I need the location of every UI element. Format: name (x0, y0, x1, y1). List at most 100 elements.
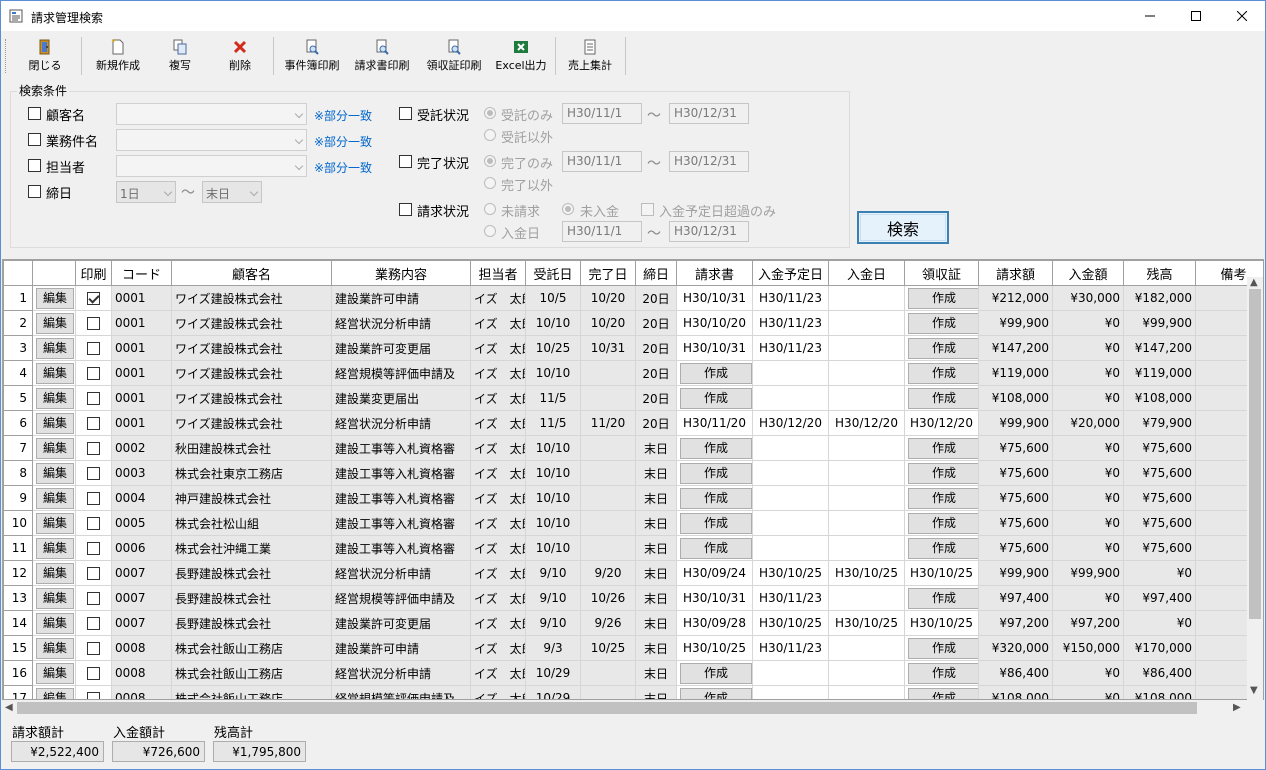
not-billed-radio[interactable] (484, 203, 496, 215)
customer-combo[interactable] (116, 103, 307, 125)
edit-button[interactable]: 編集 (36, 362, 74, 384)
close-button[interactable]: 閉じる (17, 33, 73, 77)
column-header[interactable]: 業務内容 (331, 260, 471, 286)
edit-button[interactable]: 編集 (36, 637, 74, 659)
create-receipt-button[interactable]: 作成 (908, 337, 978, 359)
unpaid-radio[interactable] (562, 203, 574, 215)
horizontal-scroll-thumb[interactable] (17, 702, 1197, 714)
payment-from-field[interactable]: H30/11/1 (562, 221, 642, 242)
edit-button[interactable]: 編集 (36, 387, 74, 409)
column-header[interactable] (3, 260, 33, 286)
payment-to-field[interactable]: H30/12/31 (669, 221, 749, 242)
table-row[interactable]: 2編集 0001ワイズ建設株式会社経営状況分析申請イズ 太郎10/1010/202… (3, 310, 1263, 336)
print-checkbox[interactable] (87, 392, 100, 405)
create-receipt-button[interactable]: 作成 (908, 362, 978, 384)
print-checkbox[interactable] (87, 367, 100, 380)
print-checkbox[interactable] (87, 542, 100, 555)
create-receipt-button[interactable]: 作成 (908, 587, 978, 609)
print-checkbox[interactable] (87, 667, 100, 680)
create-receipt-button[interactable]: 作成 (908, 437, 978, 459)
create-receipt-button[interactable]: 作成 (908, 287, 978, 309)
column-header[interactable]: 領収証 (904, 260, 979, 286)
scroll-down-icon[interactable]: ▼ (1250, 685, 1258, 696)
closing-checkbox[interactable] (28, 185, 41, 198)
edit-button[interactable]: 編集 (36, 312, 74, 334)
vertical-scroll-thumb[interactable] (1249, 289, 1261, 619)
receipt-print-button[interactable]: 領収証印刷 (421, 33, 487, 77)
toolbar-grip[interactable] (5, 39, 7, 73)
create-invoice-button[interactable]: 作成 (680, 662, 752, 684)
case-book-print-button[interactable]: 事件簿印刷 (279, 33, 345, 77)
job-combo[interactable] (116, 129, 307, 151)
sales-summary-button[interactable]: 売上集計 (561, 33, 619, 77)
edit-button[interactable]: 編集 (36, 462, 74, 484)
completion-other-radio[interactable] (484, 177, 496, 189)
column-header[interactable]: 請求額 (978, 260, 1053, 286)
column-header[interactable]: 顧客名 (171, 260, 332, 286)
create-receipt-button[interactable]: 作成 (908, 512, 978, 534)
commission-checkbox[interactable] (399, 107, 412, 120)
create-receipt-button[interactable]: 作成 (908, 637, 978, 659)
job-checkbox[interactable] (28, 133, 41, 146)
customer-checkbox[interactable] (28, 107, 41, 120)
column-header[interactable] (32, 260, 76, 286)
column-header[interactable]: 入金日 (828, 260, 905, 286)
table-row[interactable]: 6編集 0001ワイズ建設株式会社経営状況分析申請イズ 太郎11/511/2020… (3, 410, 1263, 436)
billing-checkbox[interactable] (399, 203, 412, 216)
table-row[interactable]: 7編集0002秋田建設株式会社建設工事等入札資格審イズ 太郎10/10末日作成作… (3, 435, 1263, 461)
create-receipt-button[interactable]: 作成 (908, 537, 978, 559)
create-receipt-button[interactable]: 作成 (908, 687, 978, 699)
scroll-left-icon[interactable]: ◀ (5, 702, 13, 713)
table-row[interactable]: 14編集0007長野建設株式会社建設業許可変更届イズ 太郎9/109/26末日H… (3, 610, 1263, 636)
delete-button[interactable]: 削除 (215, 33, 265, 77)
create-receipt-button[interactable]: 作成 (908, 387, 978, 409)
table-row[interactable]: 1編集 0001ワイズ建設株式会社建設業許可申請イズ 太郎10/510/2020日… (3, 285, 1263, 311)
edit-button[interactable]: 編集 (36, 287, 74, 309)
print-checkbox[interactable] (87, 467, 100, 480)
table-row[interactable]: 15編集0008株式会社飯山工務店建設業許可申請イズ 太郎9/310/25末日H… (3, 635, 1263, 661)
create-invoice-button[interactable]: 作成 (680, 462, 752, 484)
staff-checkbox[interactable] (28, 159, 41, 172)
create-receipt-button[interactable]: 作成 (908, 312, 978, 334)
print-checkbox[interactable] (87, 417, 100, 430)
commission-to-field[interactable]: H30/12/31 (669, 103, 749, 124)
minimize-button[interactable] (1127, 1, 1173, 31)
column-header[interactable]: 受託日 (525, 260, 581, 286)
new-button[interactable]: 新規作成 (89, 33, 147, 77)
table-row[interactable]: 9編集0004神戸建設株式会社建設工事等入札資格審イズ 太郎10/10末日作成作… (3, 485, 1263, 511)
print-checkbox[interactable] (87, 642, 100, 655)
print-checkbox[interactable] (87, 567, 100, 580)
table-row[interactable]: 13編集 0007長野建設株式会社経営規模等評価申請及イズ 太郎9/1010/26… (3, 585, 1263, 611)
payment-date-radio[interactable] (484, 225, 496, 237)
edit-button[interactable]: 編集 (36, 612, 74, 634)
edit-button[interactable]: 編集 (36, 562, 74, 584)
column-header[interactable]: 締日 (635, 260, 677, 286)
edit-button[interactable]: 編集 (36, 412, 74, 434)
scroll-right-icon[interactable]: ▶ (1233, 702, 1241, 713)
invoice-print-button[interactable]: 請求書印刷 (349, 33, 415, 77)
print-checkbox[interactable] (87, 692, 100, 699)
print-checkbox[interactable] (87, 442, 100, 455)
closing-to-combo[interactable]: 末日 (202, 181, 262, 203)
copy-button[interactable]: 複写 (155, 33, 205, 77)
scroll-up-icon[interactable]: ▲ (1250, 277, 1258, 288)
vertical-scrollbar[interactable]: ▲ ▼ (1247, 277, 1263, 700)
print-checkbox[interactable] (87, 292, 100, 305)
completion-only-radio[interactable] (484, 155, 496, 167)
horizontal-scrollbar[interactable]: ◀ ▶ (3, 700, 1247, 716)
table-row[interactable]: 12編集0007長野建設株式会社経営状況分析申請イズ 太郎9/109/20末日H… (3, 560, 1263, 586)
edit-button[interactable]: 編集 (36, 487, 74, 509)
search-button[interactable]: 検索 (857, 211, 949, 244)
column-header[interactable]: 完了日 (580, 260, 636, 286)
commission-only-radio[interactable] (484, 107, 496, 119)
print-checkbox[interactable] (87, 317, 100, 330)
print-checkbox[interactable] (87, 617, 100, 630)
edit-button[interactable]: 編集 (36, 687, 74, 699)
create-receipt-button[interactable]: 作成 (908, 487, 978, 509)
print-checkbox[interactable] (87, 492, 100, 505)
overdue-only-checkbox[interactable] (641, 203, 654, 216)
create-invoice-button[interactable]: 作成 (680, 362, 752, 384)
excel-export-button[interactable]: Excel出力 (491, 33, 551, 77)
edit-button[interactable]: 編集 (36, 662, 74, 684)
table-row[interactable]: 4編集0001ワイズ建設株式会社経営規模等評価申請及イズ 太郎10/1020日作… (3, 360, 1263, 386)
